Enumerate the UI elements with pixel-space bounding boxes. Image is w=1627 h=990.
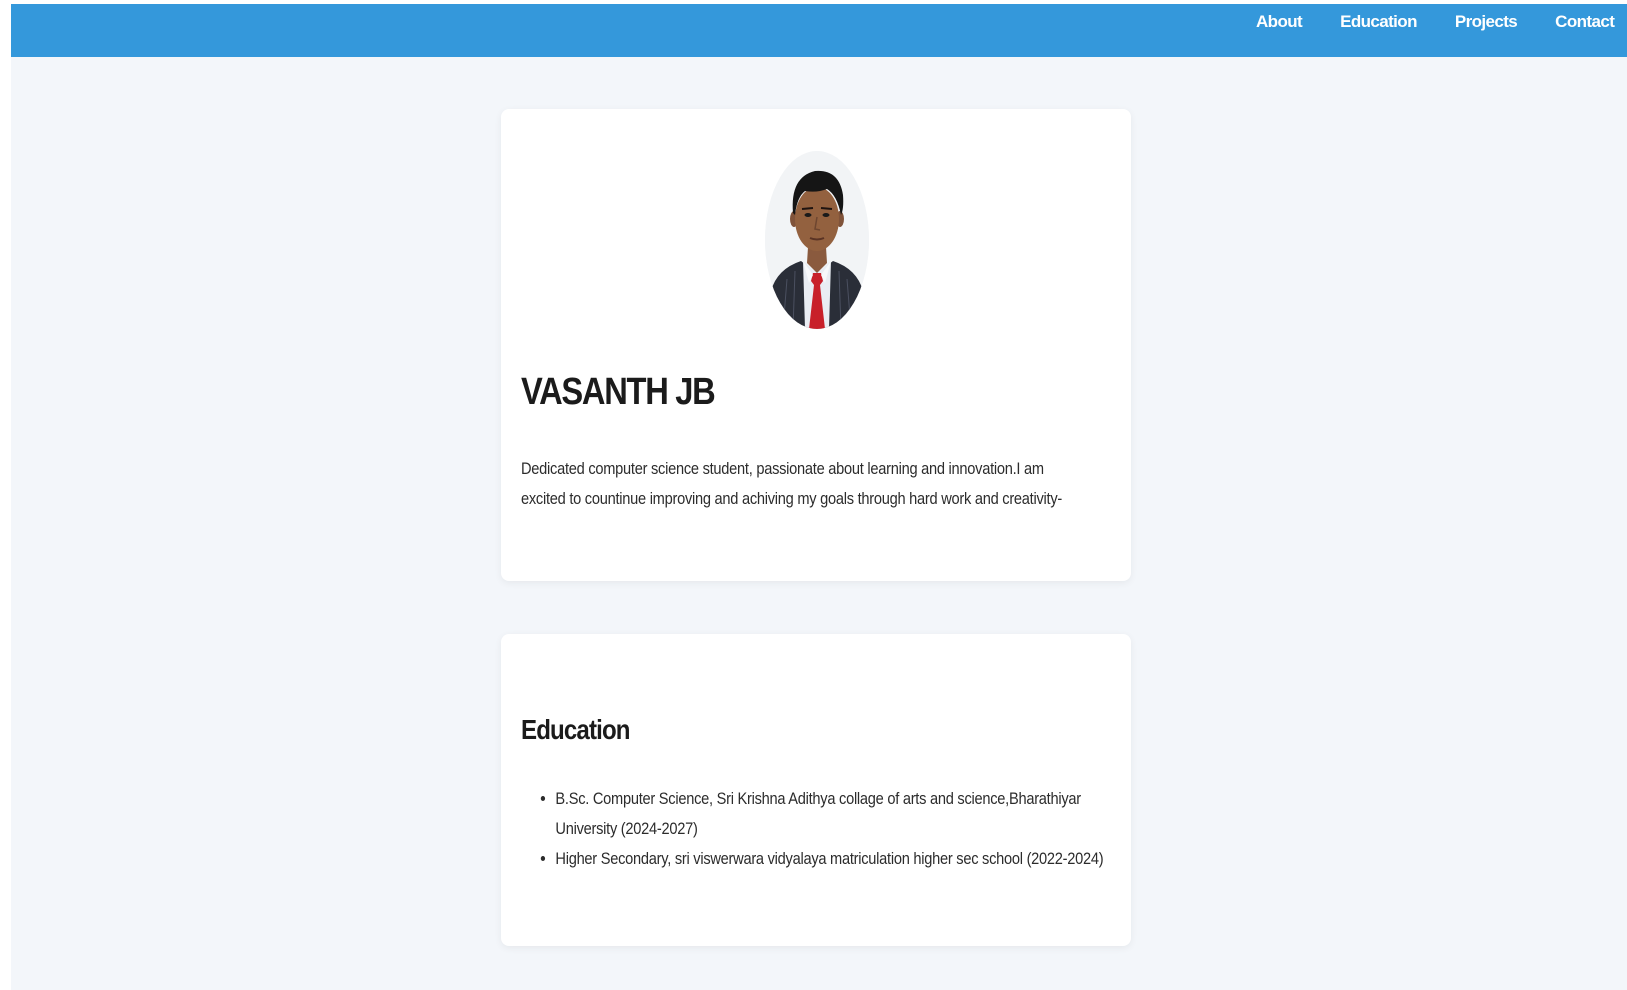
education-item: Higher Secondary, sri viswerwara vidyala… — [555, 844, 1140, 874]
nav-links: About Education Projects Contact — [1256, 4, 1627, 40]
profile-name: VASANTH JB — [521, 371, 716, 413]
nav-link-education[interactable]: Education — [1340, 12, 1417, 32]
page: About Education Projects Contact VASANTH… — [11, 4, 1627, 990]
profile-photo — [765, 151, 869, 329]
education-heading: Education — [521, 714, 631, 745]
nav-link-projects[interactable]: Projects — [1455, 12, 1518, 32]
profile-photo-illustration — [765, 151, 869, 329]
nav-link-contact[interactable]: Contact — [1555, 12, 1615, 32]
profile-bio: Dedicated computer science student, pass… — [521, 459, 1062, 508]
nav-link-about[interactable]: About — [1256, 12, 1303, 32]
education-list: B.Sc. Computer Science, Sri Krishna Adit… — [521, 784, 1140, 874]
education-item: B.Sc. Computer Science, Sri Krishna Adit… — [555, 784, 1140, 844]
about-card: VASANTH JB Dedicated computer science st… — [501, 109, 1131, 581]
education-card: Education B.Sc. Computer Science, Sri Kr… — [501, 634, 1131, 946]
navbar: About Education Projects Contact — [11, 4, 1627, 57]
